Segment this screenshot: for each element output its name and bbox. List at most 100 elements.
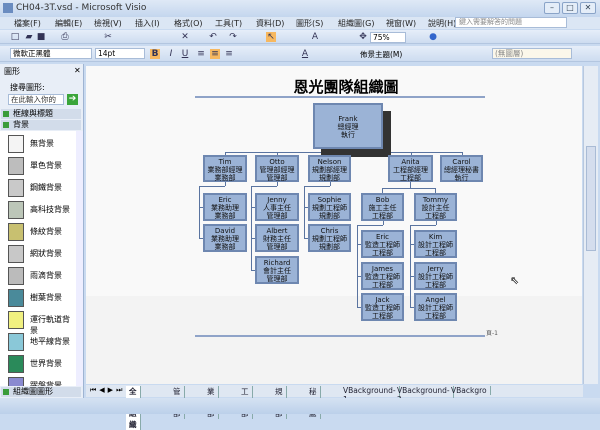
menu-item[interactable]: 組織圖(G): [338, 18, 374, 29]
node-detail: 工程部: [372, 312, 393, 320]
node-detail: 規劃工程師: [312, 204, 347, 212]
node-detail: 工程部: [372, 281, 393, 289]
category-backgrounds[interactable]: 背景: [1, 120, 81, 130]
bold-icon[interactable]: B: [150, 49, 160, 59]
save-icon[interactable]: ■: [36, 32, 46, 42]
shape-item[interactable]: 世界背景: [4, 353, 76, 375]
shape-item[interactable]: 地平線背景: [4, 331, 76, 353]
help-search-input[interactable]: 鍵入需要解答的問題: [455, 17, 567, 28]
menu-item[interactable]: 說明(H): [428, 18, 456, 29]
drawing-canvas[interactable]: 恩光團隊組織圖 頁-1 Frank 總經理 執行 Tim 業務部經理 業務部 Otto 管理部…: [86, 66, 582, 384]
search-go-button[interactable]: ➔: [67, 94, 78, 105]
pointer-tool-icon[interactable]: ↖: [266, 32, 276, 42]
menu-item[interactable]: 檔案(F): [14, 18, 41, 29]
shapes-panel: 圖形 ✕ 搜尋圖形: 在此輸入你的 ➔ 框線與標題 背景 無背景 單色背景 鋼鐵背景…: [0, 64, 84, 398]
node-detail: 監造工程師: [365, 304, 400, 312]
shapes-panel-close[interactable]: ✕: [74, 66, 81, 75]
menu-item[interactable]: 視窗(W): [386, 18, 416, 29]
org-node-bob[interactable]: Bob 施工主任 工程部: [361, 193, 404, 221]
org-node-james[interactable]: James 監造工程師 工程部: [361, 262, 404, 290]
org-node-eric2[interactable]: Eric 監造工程師 工程部: [361, 230, 404, 258]
org-node-kim[interactable]: Kim 設計工程師 工程部: [414, 230, 457, 258]
window-title: CH04-3T.vsd - Microsoft Visio: [16, 3, 147, 13]
align-center-icon[interactable]: ≡: [210, 49, 220, 59]
redo-icon[interactable]: ↷: [228, 32, 238, 42]
maximize-button[interactable]: □: [562, 2, 578, 14]
layer-select[interactable]: (無圖層): [492, 48, 572, 59]
org-node-albert[interactable]: Albert 財務主任 管理部: [255, 224, 299, 252]
shape-item[interactable]: 條紋背景: [4, 221, 76, 243]
org-node-tim[interactable]: Tim 業務部經理 業務部: [203, 155, 247, 182]
new-icon[interactable]: □: [10, 32, 20, 42]
node-detail: 設計主任: [421, 204, 450, 212]
menu-item[interactable]: 資料(D): [256, 18, 284, 29]
theme-button[interactable]: 佈景主題(M): [360, 49, 402, 60]
font-select[interactable]: 微軟正黑體: [10, 48, 92, 59]
align-right-icon[interactable]: ≡: [224, 49, 234, 59]
menu-item[interactable]: 圖形(S): [296, 18, 323, 29]
org-node-sophie[interactable]: Sophie 規劃工程師 規劃部: [308, 193, 351, 221]
align-left-icon[interactable]: ≡: [196, 49, 206, 59]
shape-item[interactable]: 單色背景: [4, 155, 76, 177]
cut-icon[interactable]: ✂: [103, 32, 113, 42]
org-node-frank[interactable]: Frank 總經理 執行: [313, 103, 383, 149]
background-thumbnail-icon: [8, 377, 24, 386]
menu-item[interactable]: 插入(I): [135, 18, 160, 29]
menu-item[interactable]: 格式(O): [174, 18, 203, 29]
search-shapes-input[interactable]: 在此輸入你的: [8, 94, 64, 105]
close-button[interactable]: ✕: [580, 2, 596, 14]
org-node-richard[interactable]: Richard 會計主任 管理部: [255, 256, 299, 284]
chart-title[interactable]: 恩光團隊組織圖: [256, 76, 436, 97]
shape-item[interactable]: 樹葉背景: [4, 287, 76, 309]
shape-item[interactable]: 無背景: [4, 133, 76, 155]
shape-list-scrollbar[interactable]: [76, 131, 83, 386]
vertical-scrollbar[interactable]: [583, 66, 598, 384]
underline-icon[interactable]: U: [180, 49, 190, 59]
category-frames-titles[interactable]: 框線與標題: [1, 109, 81, 119]
org-node-jack[interactable]: Jack 監造工程師 工程部: [361, 293, 404, 321]
org-node-anita[interactable]: Anita 工程部經理 工程部: [388, 155, 433, 182]
org-node-tommy[interactable]: Tommy 設計主任 工程部: [414, 193, 457, 221]
shape-item[interactable]: 高科技背景: [4, 199, 76, 221]
font-color-icon[interactable]: A: [300, 49, 310, 59]
help-icon[interactable]: ●: [428, 32, 438, 42]
mouse-cursor-icon: ⇖: [510, 274, 520, 287]
menu-item[interactable]: 編輯(E): [55, 18, 82, 29]
font-size-select[interactable]: 14pt: [95, 48, 145, 59]
org-node-nelson[interactable]: Nelson 規劃部經理 規劃部: [308, 155, 351, 182]
delete-icon[interactable]: ✕: [180, 32, 190, 42]
shape-item[interactable]: 網狀背景: [4, 243, 76, 265]
org-node-angel[interactable]: Angel 設計工程師 工程部: [414, 293, 457, 321]
org-node-carol[interactable]: Carol 總經理秘書 執行: [440, 155, 483, 182]
org-node-chris[interactable]: Chris 規劃工程師 規劃部: [308, 224, 351, 252]
shape-item[interactable]: 鋼鐵背景: [4, 177, 76, 199]
italic-icon[interactable]: I: [166, 49, 176, 59]
text-tool-icon[interactable]: A: [310, 32, 320, 42]
shape-item[interactable]: 躍盤背景: [4, 375, 76, 386]
shape-item[interactable]: 雨滴背景: [4, 265, 76, 287]
shape-item[interactable]: 運行軌道背景: [4, 309, 76, 335]
title-bar: CH04-3T.vsd - Microsoft Visio – □ ✕: [0, 0, 600, 17]
page-nav-icons[interactable]: ⏮◀▶⏭: [90, 386, 125, 395]
org-node-jerry[interactable]: Jerry 設計工程師 工程部: [414, 262, 457, 290]
minimize-button[interactable]: –: [544, 2, 560, 14]
node-detail: 財務主任: [263, 235, 291, 243]
node-name: Eric: [375, 233, 390, 241]
org-node-eric1[interactable]: Eric 業務助理 業務部: [203, 193, 247, 221]
print-icon[interactable]: ⎙: [60, 32, 70, 42]
menu-item[interactable]: 檢視(V): [94, 18, 122, 29]
category-org-chart-shapes[interactable]: 組織圖圖形: [1, 387, 81, 397]
node-detail: 監造工程師: [365, 273, 400, 281]
org-node-jenny[interactable]: Jenny 人事主任 管理部: [255, 193, 299, 221]
page-tab[interactable]: VBackgro: [448, 386, 491, 395]
connector-line: [225, 182, 226, 186]
undo-icon[interactable]: ↶: [208, 32, 218, 42]
org-node-david[interactable]: David 業務助理 業務部: [203, 224, 247, 252]
open-icon[interactable]: ▰: [24, 32, 34, 42]
connection-point-icon[interactable]: ✥: [358, 32, 368, 42]
menu-item[interactable]: 工具(T): [215, 18, 242, 29]
zoom-select[interactable]: 75%: [370, 32, 406, 43]
node-detail: 會計主任: [263, 267, 291, 275]
node-detail: 工程部: [372, 249, 393, 257]
org-node-otto[interactable]: Otto 管理部經理 管理部: [255, 155, 299, 182]
